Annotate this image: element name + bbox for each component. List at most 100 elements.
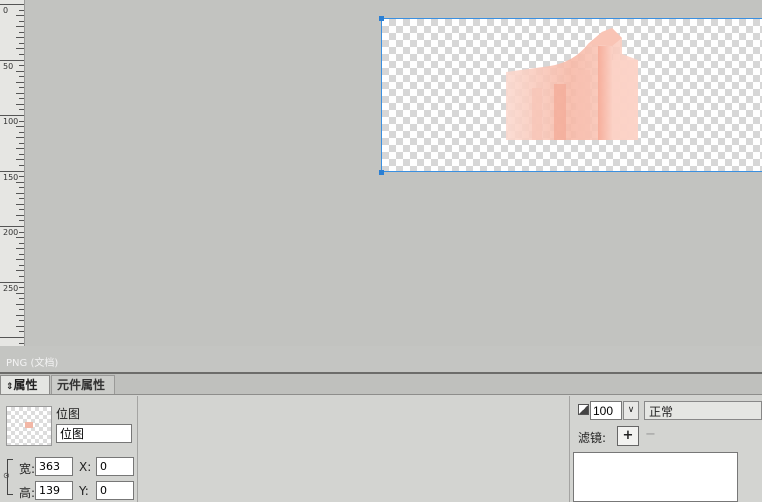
ruler-tick <box>16 203 24 205</box>
ruler-tick <box>16 48 24 50</box>
ruler-tick <box>0 337 24 338</box>
ruler-tick <box>19 309 24 311</box>
panel-tabbar: ⇕属性 元件属性 <box>0 374 762 395</box>
x-field[interactable] <box>96 457 134 476</box>
ruler-tick <box>0 59 24 61</box>
ruler-tick <box>19 176 24 178</box>
width-label: 宽: <box>19 462 36 476</box>
ruler-tick <box>16 314 24 316</box>
ruler-tick <box>19 65 24 67</box>
ruler-tick <box>16 26 24 28</box>
bitmap-thumbnail <box>6 406 52 446</box>
ruler-tick <box>0 170 24 172</box>
tab-label: 属性 <box>13 378 38 392</box>
selection-handle-top-left[interactable] <box>379 16 384 21</box>
ruler-tick <box>19 142 24 144</box>
ruler-tick <box>19 253 24 255</box>
ruler-tick <box>19 231 24 233</box>
vertical-ruler[interactable]: 0 50 100 150 200 250 <box>0 0 25 346</box>
ruler-tick <box>0 281 24 283</box>
ruler-tick <box>19 20 24 22</box>
filter-list[interactable] <box>573 452 738 502</box>
height-field[interactable] <box>35 481 73 500</box>
selection-handle-bottom-left[interactable] <box>379 170 384 175</box>
opacity-field[interactable] <box>590 401 622 420</box>
ruler-tick <box>16 92 24 94</box>
ruler-tick <box>19 42 24 44</box>
appearance-section: ∨ 正常 滤镜: + − <box>570 396 762 502</box>
x-label: X: <box>79 460 92 474</box>
ruler-tick <box>19 87 24 89</box>
ruler-tick <box>19 76 24 78</box>
ruler-label: 0 <box>3 6 9 15</box>
ruler-tick <box>19 298 24 300</box>
ruler-tick <box>19 53 24 55</box>
blend-mode-select[interactable]: 正常 <box>644 401 762 420</box>
panel-divider <box>137 396 138 502</box>
ruler-tick <box>0 4 24 5</box>
ruler-tick <box>16 192 24 194</box>
tab-properties[interactable]: ⇕属性 <box>0 375 50 394</box>
opacity-icon <box>578 404 589 415</box>
ruler-tick <box>19 131 24 133</box>
ruler-tick <box>19 320 24 322</box>
bitmap-image[interactable] <box>502 26 642 140</box>
ruler-tick <box>19 342 24 344</box>
chevron-down-icon: ∨ <box>627 405 635 415</box>
add-filter-button[interactable]: + <box>617 426 639 446</box>
ruler-tick <box>19 220 24 222</box>
object-type-label: 位图 <box>56 407 81 421</box>
ruler-tick <box>16 214 24 216</box>
ruler-tick <box>16 81 24 83</box>
ruler-tick <box>16 15 24 17</box>
ruler-tick <box>19 198 24 200</box>
opacity-dropdown-button[interactable]: ∨ <box>623 401 639 420</box>
plus-icon: + <box>622 428 634 443</box>
ruler-tick <box>16 70 24 72</box>
ruler-tick <box>19 275 24 277</box>
ruler-label: 200 <box>3 228 19 237</box>
y-label: Y: <box>79 484 89 498</box>
status-bar: PNG (文档) <box>0 346 762 373</box>
ruler-tick <box>16 259 24 261</box>
ruler-tick <box>16 37 24 39</box>
ruler-tick <box>16 148 24 150</box>
height-label: 高: <box>19 486 36 500</box>
properties-panel: ⇕属性 元件属性 位图 ⊙ 宽: 高: X: Y: ∨ 正常 滤镜: + − <box>0 372 762 502</box>
ruler-tick <box>19 164 24 166</box>
filters-label: 滤镜: <box>578 431 607 445</box>
ruler-tick <box>16 181 24 183</box>
width-field[interactable] <box>35 457 73 476</box>
ruler-tick <box>19 120 24 122</box>
y-field[interactable] <box>96 481 134 500</box>
object-name-field[interactable] <box>56 424 132 443</box>
link-icon[interactable]: ⊙ <box>3 471 10 480</box>
ruler-tick <box>19 9 24 11</box>
ruler-tick <box>19 209 24 211</box>
ruler-tick <box>19 242 24 244</box>
document-label: PNG (文档) <box>6 358 59 369</box>
ruler-tick <box>16 325 24 327</box>
chevron-updown-icon: ⇕ <box>6 382 14 392</box>
ruler-tick <box>19 287 24 289</box>
ruler-tick <box>16 103 24 105</box>
tab-label: 元件属性 <box>57 378 106 392</box>
tab-symbol-properties[interactable]: 元件属性 <box>51 375 115 394</box>
ruler-label: 50 <box>3 62 14 71</box>
ruler-tick <box>16 303 24 305</box>
remove-filter-button[interactable]: − <box>645 427 656 442</box>
ruler-tick <box>19 98 24 100</box>
ruler-tick <box>16 237 24 239</box>
ruler-tick <box>16 248 24 250</box>
ruler-tick <box>19 31 24 33</box>
ruler-tick <box>16 137 24 139</box>
ruler-tick <box>19 187 24 189</box>
ruler-tick <box>19 153 24 155</box>
ruler-tick <box>19 109 24 111</box>
ruler-tick <box>16 159 24 161</box>
ruler-tick <box>16 126 24 128</box>
ruler-label: 100 <box>3 117 19 126</box>
ruler-tick <box>19 264 24 266</box>
ruler-tick <box>16 270 24 272</box>
ruler-tick <box>16 292 24 294</box>
